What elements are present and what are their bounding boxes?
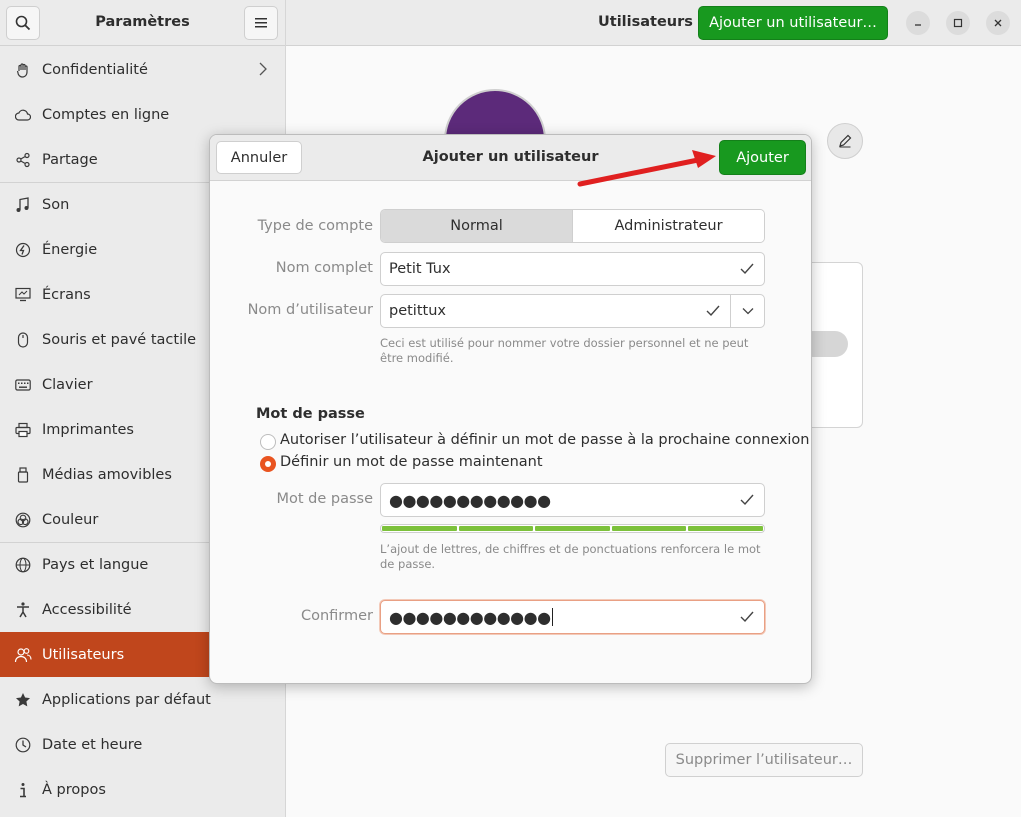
strength-segment (611, 526, 687, 531)
hand-icon (14, 61, 32, 79)
search-button[interactable] (6, 6, 40, 40)
password-label: Mot de passe (276, 491, 373, 507)
radio-set-now[interactable] (260, 456, 276, 472)
check-icon (705, 304, 721, 322)
fullname-value: Petit Tux (389, 261, 451, 277)
delete-user-button[interactable]: Supprimer l’utilisateur… (665, 743, 863, 777)
fullname-field[interactable]: Petit Tux (380, 252, 765, 286)
username-field[interactable]: petittux (380, 294, 765, 328)
sidebar-item-a-propos[interactable]: À propos (0, 767, 285, 812)
share-icon (14, 151, 32, 169)
sidebar-item-label: Imprimantes (42, 421, 134, 438)
sidebar-item-label: Confidentialité (42, 61, 148, 78)
strength-segment (382, 526, 457, 531)
confirm-label: Confirmer (300, 608, 373, 624)
add-user-dialog: Ajouter un utilisateur Annuler Ajouter T… (209, 134, 812, 684)
sidebar-header: Paramètres (0, 0, 285, 46)
cloud-icon (14, 106, 32, 124)
page-title: Utilisateurs (598, 14, 693, 30)
info-icon (14, 781, 32, 799)
sidebar-item-label: Accessibilité (42, 601, 132, 618)
color-icon (14, 511, 32, 529)
hamburger-icon (255, 18, 267, 28)
maximize-icon (953, 18, 963, 28)
username-dropdown-button[interactable] (730, 295, 764, 327)
clock-icon (14, 736, 32, 754)
sidebar-item-date-et-heure[interactable]: Date et heure (0, 722, 285, 767)
minimize-button[interactable] (906, 11, 930, 35)
account-type-normal[interactable]: Normal (381, 210, 573, 242)
red-arrow-annotation (577, 150, 716, 187)
printer-icon (14, 421, 32, 439)
main-header: Utilisateurs Ajouter un utilisateur… (286, 0, 1021, 46)
account-type-switch: Normal Administrateur (380, 209, 765, 243)
sidebar-item-label: Médias amovibles (42, 466, 172, 483)
mouse-icon (14, 331, 32, 349)
usb-icon (14, 466, 32, 484)
close-button[interactable] (986, 11, 1010, 35)
sidebar-item-label: Écrans (42, 286, 91, 303)
users-icon (14, 646, 32, 664)
password-field[interactable]: ●●●●●●●●●●●● (380, 483, 765, 517)
strength-segment (458, 526, 534, 531)
sidebar-item-label: Énergie (42, 241, 98, 258)
music-note-icon (14, 196, 32, 214)
power-icon (14, 241, 32, 259)
radio-dot (265, 461, 271, 467)
sidebar-item-label: Comptes en ligne (42, 106, 170, 123)
add-user-button[interactable]: Ajouter un utilisateur… (698, 6, 888, 40)
password-hint: L’ajout de lettres, de chiffres et de po… (380, 542, 761, 571)
search-icon (15, 15, 31, 31)
username-value: petittux (389, 303, 446, 319)
sidebar-item-label: Utilisateurs (42, 646, 125, 663)
close-icon (994, 19, 1002, 27)
star-icon (14, 691, 32, 709)
globe-icon (14, 556, 32, 574)
strength-segment (535, 526, 610, 531)
menu-button[interactable] (244, 6, 278, 40)
username-label: Nom d’utilisateur (247, 302, 373, 318)
check-icon (739, 493, 755, 511)
cancel-button[interactable]: Annuler (216, 141, 302, 174)
sidebar-item-label: Clavier (42, 376, 93, 393)
sidebar-item-label: Applications par défaut (42, 691, 211, 708)
dialog-header: Ajouter un utilisateur Annuler Ajouter (210, 135, 811, 181)
radio-set-now-label[interactable]: Définir un mot de passe maintenant (280, 454, 543, 470)
sidebar-item-label: Son (42, 197, 70, 213)
check-icon (739, 610, 755, 628)
accessibility-icon (14, 601, 32, 619)
sidebar-item-label: Souris et pavé tactile (42, 331, 197, 348)
sidebar-title: Paramètres (95, 14, 190, 30)
text-cursor (551, 608, 553, 626)
keyboard-icon (14, 376, 32, 394)
chevron-down-icon (742, 308, 753, 315)
confirm-password-field[interactable]: ●●●●●●●●●●●● (380, 600, 765, 634)
account-type-label: Type de compte (257, 218, 373, 234)
chevron-right-icon (259, 62, 267, 80)
radio-set-later[interactable] (260, 434, 276, 450)
sidebar-item-comptes-en-ligne[interactable]: Comptes en ligne (0, 92, 285, 137)
strength-segment (688, 526, 763, 531)
sidebar-item-label: Partage (42, 151, 98, 168)
password-section-title: Mot de passe (256, 406, 365, 422)
radio-set-later-label[interactable]: Autoriser l’utilisateur à définir un mot… (280, 432, 809, 448)
maximize-button[interactable] (946, 11, 970, 35)
fullname-label: Nom complet (275, 260, 373, 276)
sidebar-item-label: À propos (42, 781, 106, 798)
pencil-icon (839, 134, 852, 148)
confirm-value: ●●●●●●●●●●●● (389, 607, 551, 627)
password-strength-bar (380, 524, 765, 533)
sidebar-item-label: Couleur (42, 511, 99, 528)
edit-avatar-button[interactable] (827, 123, 863, 159)
sidebar-item-confidentialite[interactable]: Confidentialité (0, 47, 285, 92)
sidebar-item-label: Date et heure (42, 736, 143, 753)
check-icon (739, 262, 755, 280)
sidebar-item-label: Pays et langue (42, 557, 149, 573)
password-value: ●●●●●●●●●●●● (389, 490, 551, 510)
username-hint: Ceci est utilisé pour nommer votre dossi… (380, 336, 749, 365)
account-type-admin[interactable]: Administrateur (573, 210, 764, 242)
minimize-icon (915, 24, 921, 26)
display-icon (14, 286, 32, 304)
add-button[interactable]: Ajouter (719, 140, 806, 175)
